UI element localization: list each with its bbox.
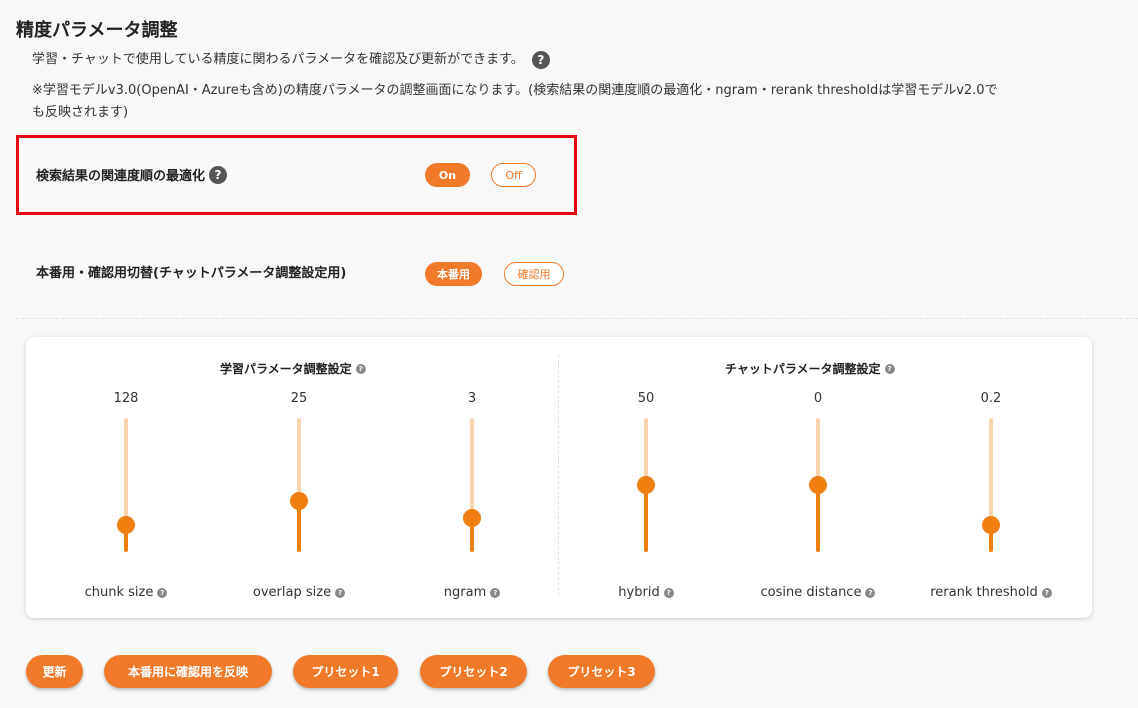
- help-icon[interactable]: ?: [335, 587, 346, 598]
- slider-value: 0.2: [980, 391, 1002, 406]
- section-divider: [16, 318, 1138, 319]
- slider-track[interactable]: [117, 418, 135, 552]
- slider-label-text: ngram: [443, 585, 487, 600]
- slider-fill: [816, 485, 820, 552]
- learning-params-title: 学習パラメータ調整設定?: [220, 360, 366, 377]
- page-note: ※学習モデルv3.0(OpenAI・Azureも含め)の精度パラメータの調整画面…: [32, 83, 998, 120]
- chat-params-title: チャットパラメータ調整設定?: [725, 360, 895, 377]
- description-text: 学習・チャットで使用している精度に関わるパラメータを確認及び更新ができます。: [32, 52, 524, 67]
- slider-track[interactable]: [637, 418, 655, 552]
- slider-chunk-size: 128 chunk size?: [56, 387, 196, 607]
- slider-track[interactable]: [290, 418, 308, 552]
- slider-label-text: overlap size: [252, 585, 332, 600]
- slider-cosine-distance: 0 cosine distance?: [748, 387, 888, 607]
- slider-track[interactable]: [463, 418, 481, 552]
- help-icon[interactable]: ?: [531, 50, 550, 69]
- slider-track[interactable]: [982, 418, 1000, 552]
- slider-label-text: cosine distance: [760, 585, 862, 600]
- slider-hybrid: 50 hybrid?: [576, 387, 716, 607]
- slider-fill: [644, 485, 648, 552]
- env-switch-label: 本番用・確認用切替(チャットパラメータ調整設定用): [36, 266, 347, 281]
- slider-thumb[interactable]: [290, 492, 308, 510]
- help-icon[interactable]: ?: [157, 587, 168, 598]
- page-title: 精度パラメータ調整: [16, 20, 178, 41]
- env-prod-button[interactable]: 本番用: [425, 262, 482, 286]
- slider-value: 3: [467, 391, 477, 406]
- slider-label: ngram?: [382, 585, 562, 600]
- slider-value: 50: [637, 391, 655, 406]
- slider-label: hybrid?: [556, 585, 736, 600]
- relevance-opt-label: 検索結果の関連度順の最適化: [36, 169, 206, 184]
- slider-label-text: hybrid: [618, 585, 660, 600]
- relevance-opt-row: 検索結果の関連度順の最適化 ?: [36, 165, 228, 184]
- slider-value: 0: [813, 391, 823, 406]
- relevance-on-button[interactable]: On: [425, 163, 470, 187]
- help-icon[interactable]: ?: [355, 363, 366, 374]
- relevance-off-button[interactable]: Off: [491, 163, 536, 187]
- help-icon[interactable]: ?: [663, 587, 674, 598]
- slider-track[interactable]: [809, 418, 827, 552]
- slider-thumb[interactable]: [637, 476, 655, 494]
- parameter-card: 学習パラメータ調整設定? チャットパラメータ調整設定? 128 chunk si…: [26, 337, 1092, 618]
- slider-label: chunk size?: [36, 585, 216, 600]
- preset1-button[interactable]: プリセット1: [293, 655, 398, 688]
- slider-overlap-size: 25 overlap size?: [229, 387, 369, 607]
- preset3-button[interactable]: プリセット3: [548, 655, 655, 688]
- slider-value: 25: [290, 391, 308, 406]
- slider-rerank-threshold: 0.2 rerank threshold?: [921, 387, 1061, 607]
- card-divider: [558, 355, 559, 595]
- env-test-button[interactable]: 確認用: [504, 262, 564, 286]
- page-description: 学習・チャットで使用している精度に関わるパラメータを確認及び更新ができます。?: [32, 49, 550, 71]
- slider-thumb[interactable]: [463, 509, 481, 527]
- chat-params-title-text: チャットパラメータ調整設定: [725, 362, 881, 376]
- slider-thumb[interactable]: [809, 476, 827, 494]
- help-icon[interactable]: ?: [1041, 587, 1052, 598]
- help-icon[interactable]: ?: [209, 165, 228, 184]
- slider-ngram: 3 ngram?: [402, 387, 542, 607]
- preset2-button[interactable]: プリセット2: [420, 655, 527, 688]
- slider-label: overlap size?: [209, 585, 389, 600]
- slider-label-text: rerank threshold: [930, 585, 1038, 600]
- slider-thumb[interactable]: [117, 516, 135, 534]
- learning-params-title-text: 学習パラメータ調整設定: [220, 362, 352, 376]
- slider-label: rerank threshold?: [901, 585, 1081, 600]
- help-icon[interactable]: ?: [884, 363, 895, 374]
- slider-label-text: chunk size: [84, 585, 154, 600]
- slider-thumb[interactable]: [982, 516, 1000, 534]
- help-icon[interactable]: ?: [490, 587, 501, 598]
- apply-to-production-button[interactable]: 本番用に確認用を反映: [104, 655, 272, 688]
- help-icon[interactable]: ?: [865, 587, 876, 598]
- slider-label: cosine distance?: [728, 585, 908, 600]
- update-button[interactable]: 更新: [26, 655, 83, 688]
- slider-value: 128: [113, 391, 139, 406]
